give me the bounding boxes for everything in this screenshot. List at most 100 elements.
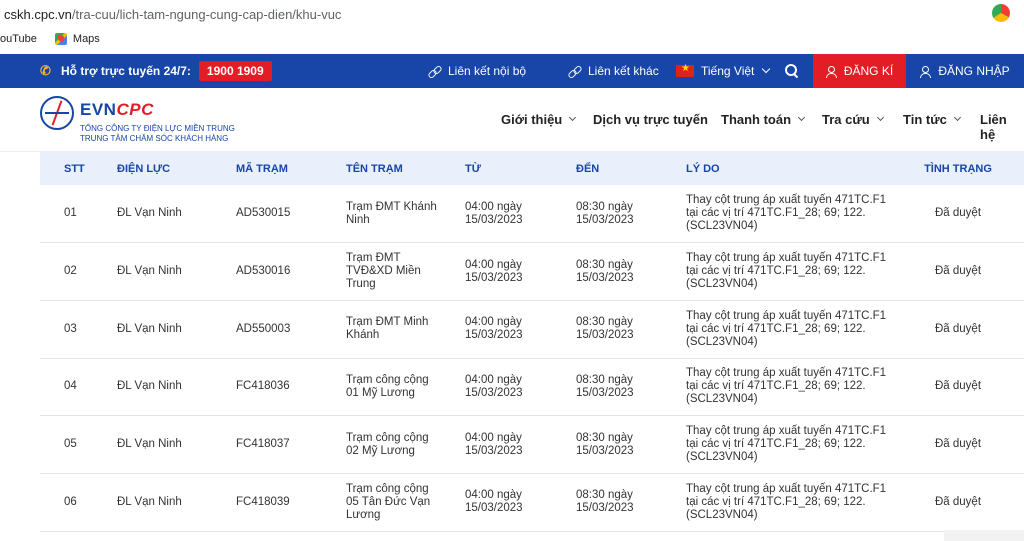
cell-ten-tram: Trạm ĐMT Minh Khánh <box>346 316 429 342</box>
chevron-down-icon <box>876 113 884 122</box>
hotline: ✆ Hỗ trợ trực tuyến 24/7: 1900 1909 <box>40 54 272 88</box>
cell-tinh-trang: Đã duyệt <box>934 438 982 451</box>
col-header-ly-do: LÝ DO <box>686 162 720 175</box>
cell-tu: 04:00 ngày 15/03/2023 <box>465 200 523 226</box>
cell-tu: 04:00 ngày 15/03/2023 <box>465 373 523 399</box>
cell-den: 08:30 ngày 15/03/2023 <box>576 373 634 399</box>
url-path: /tra-cuu/lich-tam-ngung-cung-cap-dien/kh… <box>71 6 342 22</box>
cell-ten-tram: Trạm ĐMT Khánh Ninh <box>346 200 437 226</box>
table-row: 03 ĐL Vạn Ninh AD550003 Trạm ĐMT Minh Kh… <box>40 300 1024 359</box>
register-button[interactable]: ĐĂNG KÍ <box>813 54 906 88</box>
cell-ma-tram: AD550003 <box>236 322 291 335</box>
language-selector[interactable]: Tiếng Việt <box>676 54 771 88</box>
nav-intro-label: Giới thiệu <box>501 112 563 127</box>
cell-ly-do: Thay cột trung áp xuất tuyến 471TC.F1 tạ… <box>686 482 887 521</box>
cell-dien-luc: ĐL Vạn Ninh <box>117 322 182 335</box>
maps-icon <box>54 33 67 45</box>
register-label: ĐĂNG KÍ <box>843 64 894 78</box>
logo-cpc: CPC <box>116 100 154 119</box>
col-header-den: ĐẾN <box>576 162 600 175</box>
logo-subtitle-1: TỔNG CÔNG TY ĐIỆN LỰC MIỀN TRUNG <box>80 124 235 133</box>
nav-contact[interactable]: Liên hệ <box>980 112 1024 142</box>
cell-ten-tram: Trạm ĐMT TVĐ&XD Miền Trung <box>346 252 421 291</box>
address-bar[interactable]: cskh.cpc.vn/tra-cuu/lich-tam-ngung-cung-… <box>0 0 1024 28</box>
cell-tinh-trang: Đã duyệt <box>934 265 982 278</box>
table-row: 02 ĐL Vạn Ninh AD530016 Trạm ĐMT TVĐ&XD … <box>40 243 1024 301</box>
cell-dien-luc: ĐL Vạn Ninh <box>117 380 182 393</box>
cell-den: 08:30 ngày 15/03/2023 <box>576 489 634 515</box>
login-button[interactable]: ĐĂNG NHẬP <box>906 54 1024 88</box>
cell-ten-tram: Trạm công cộng 02 Mỹ Lương <box>346 431 429 457</box>
cell-ma-tram: FC418039 <box>236 495 290 508</box>
cell-ly-do: Thay cột trung áp xuất tuyến 471TC.F1 tạ… <box>686 194 887 233</box>
cell-ten-tram: Trạm công cộng 05 Tân Đức Vạn Lương <box>346 482 431 521</box>
cell-stt: 01 <box>64 207 77 220</box>
cell-dien-luc: ĐL Vạn Ninh <box>117 265 182 278</box>
cell-stt: 02 <box>64 265 77 278</box>
internal-link[interactable]: Liên kết nội bộ <box>428 54 526 88</box>
cell-stt: 05 <box>64 438 77 451</box>
nav-payment-label: Thanh toán <box>721 112 792 127</box>
external-link[interactable]: Liên kết khác <box>568 54 659 88</box>
nav-lookup-label: Tra cứu <box>822 112 870 127</box>
table-row: 06 ĐL Vạn Ninh FC418039 Trạm công cộng 0… <box>40 473 1024 532</box>
cell-ma-tram: AD530015 <box>236 207 291 220</box>
logo-text[interactable]: EVNCPC <box>80 100 154 120</box>
evncpc-logo-icon[interactable] <box>40 96 74 130</box>
nav-lookup[interactable]: Tra cứu <box>822 112 884 127</box>
nav-online-services[interactable]: Dịch vụ trực tuyến <box>593 112 708 127</box>
bookmark-youtube[interactable]: ouTube <box>0 33 37 45</box>
cell-den: 08:30 ngày 15/03/2023 <box>576 316 634 342</box>
cell-stt: 04 <box>64 380 77 393</box>
nav-intro[interactable]: Giới thiệu <box>501 112 577 127</box>
outage-schedule-table: STT ĐIỆN LỰC MÃ TRẠM TÊN TRẠM TỪ ĐẾN LÝ … <box>40 152 1024 532</box>
cell-dien-luc: ĐL Vạn Ninh <box>117 495 182 508</box>
table-row: 01 ĐL Vạn Ninh AD530015 Trạm ĐMT Khánh N… <box>40 185 1024 243</box>
cell-ly-do: Thay cột trung áp xuất tuyến 471TC.F1 tạ… <box>686 252 887 291</box>
top-bar: ✆ Hỗ trợ trực tuyến 24/7: 1900 1909 Liên… <box>0 54 1024 88</box>
hotline-number[interactable]: 1900 1909 <box>198 61 272 81</box>
cell-ly-do: Thay cột trung áp xuất tuyến 471TC.F1 tạ… <box>686 367 887 406</box>
bookmark-youtube-label: ouTube <box>0 33 37 45</box>
link-icon <box>568 65 581 78</box>
vietnam-flag-icon <box>676 63 694 77</box>
nav-online-services-label: Dịch vụ trực tuyến <box>593 112 708 127</box>
nav-news[interactable]: Tin tức <box>903 112 961 127</box>
search-icon[interactable] <box>785 64 798 77</box>
site-header: EVNCPC TỔNG CÔNG TY ĐIỆN LỰC MIỀN TRUNG … <box>0 88 1024 152</box>
cell-ma-tram: FC418036 <box>236 380 290 393</box>
chevron-down-icon <box>569 113 577 122</box>
col-header-tinh-trang: TÌNH TRẠNG <box>924 162 992 175</box>
user-icon <box>920 65 932 78</box>
table-row: 04 ĐL Vạn Ninh FC418036 Trạm công cộng 0… <box>40 358 1024 416</box>
login-label: ĐĂNG NHẬP <box>938 64 1010 78</box>
cell-tinh-trang: Đã duyệt <box>934 495 982 508</box>
phone-icon: ✆ <box>40 63 51 78</box>
cell-tu: 04:00 ngày 15/03/2023 <box>465 431 523 457</box>
col-header-ma-tram: MÃ TRẠM <box>236 162 288 175</box>
internal-link-label: Liên kết nội bộ <box>448 64 527 78</box>
cell-tu: 04:00 ngày 15/03/2023 <box>465 316 523 342</box>
cell-ly-do: Thay cột trung áp xuất tuyến 471TC.F1 tạ… <box>686 425 887 464</box>
scroll-corner <box>944 530 1024 541</box>
logo-evn: EVN <box>80 100 117 119</box>
col-header-dien-luc: ĐIỆN LỰC <box>117 162 171 175</box>
bookmarks-bar: ouTube Maps <box>0 28 1024 50</box>
cell-stt: 03 <box>64 322 77 335</box>
link-icon <box>428 65 441 78</box>
external-link-label: Liên kết khác <box>588 64 659 78</box>
table-row: 05 ĐL Vạn Ninh FC418037 Trạm công cộng 0… <box>40 416 1024 474</box>
cell-den: 08:30 ngày 15/03/2023 <box>576 431 634 457</box>
nav-contact-label: Liên hệ <box>980 112 1007 142</box>
cell-tu: 04:00 ngày 15/03/2023 <box>465 489 523 515</box>
user-icon <box>825 65 837 78</box>
cell-den: 08:30 ngày 15/03/2023 <box>576 258 634 284</box>
cell-tinh-trang: Đã duyệt <box>934 380 982 393</box>
url-host: cskh.cpc.vn <box>4 6 72 22</box>
bookmark-maps[interactable]: Maps <box>54 33 100 45</box>
col-header-tu: TỪ <box>465 162 481 175</box>
nav-payment[interactable]: Thanh toán <box>721 112 806 127</box>
cell-ly-do: Thay cột trung áp xuất tuyến 471TC.F1 tạ… <box>686 309 887 348</box>
language-label: Tiếng Việt <box>701 64 755 78</box>
browser-extension-icon[interactable] <box>992 4 1010 22</box>
